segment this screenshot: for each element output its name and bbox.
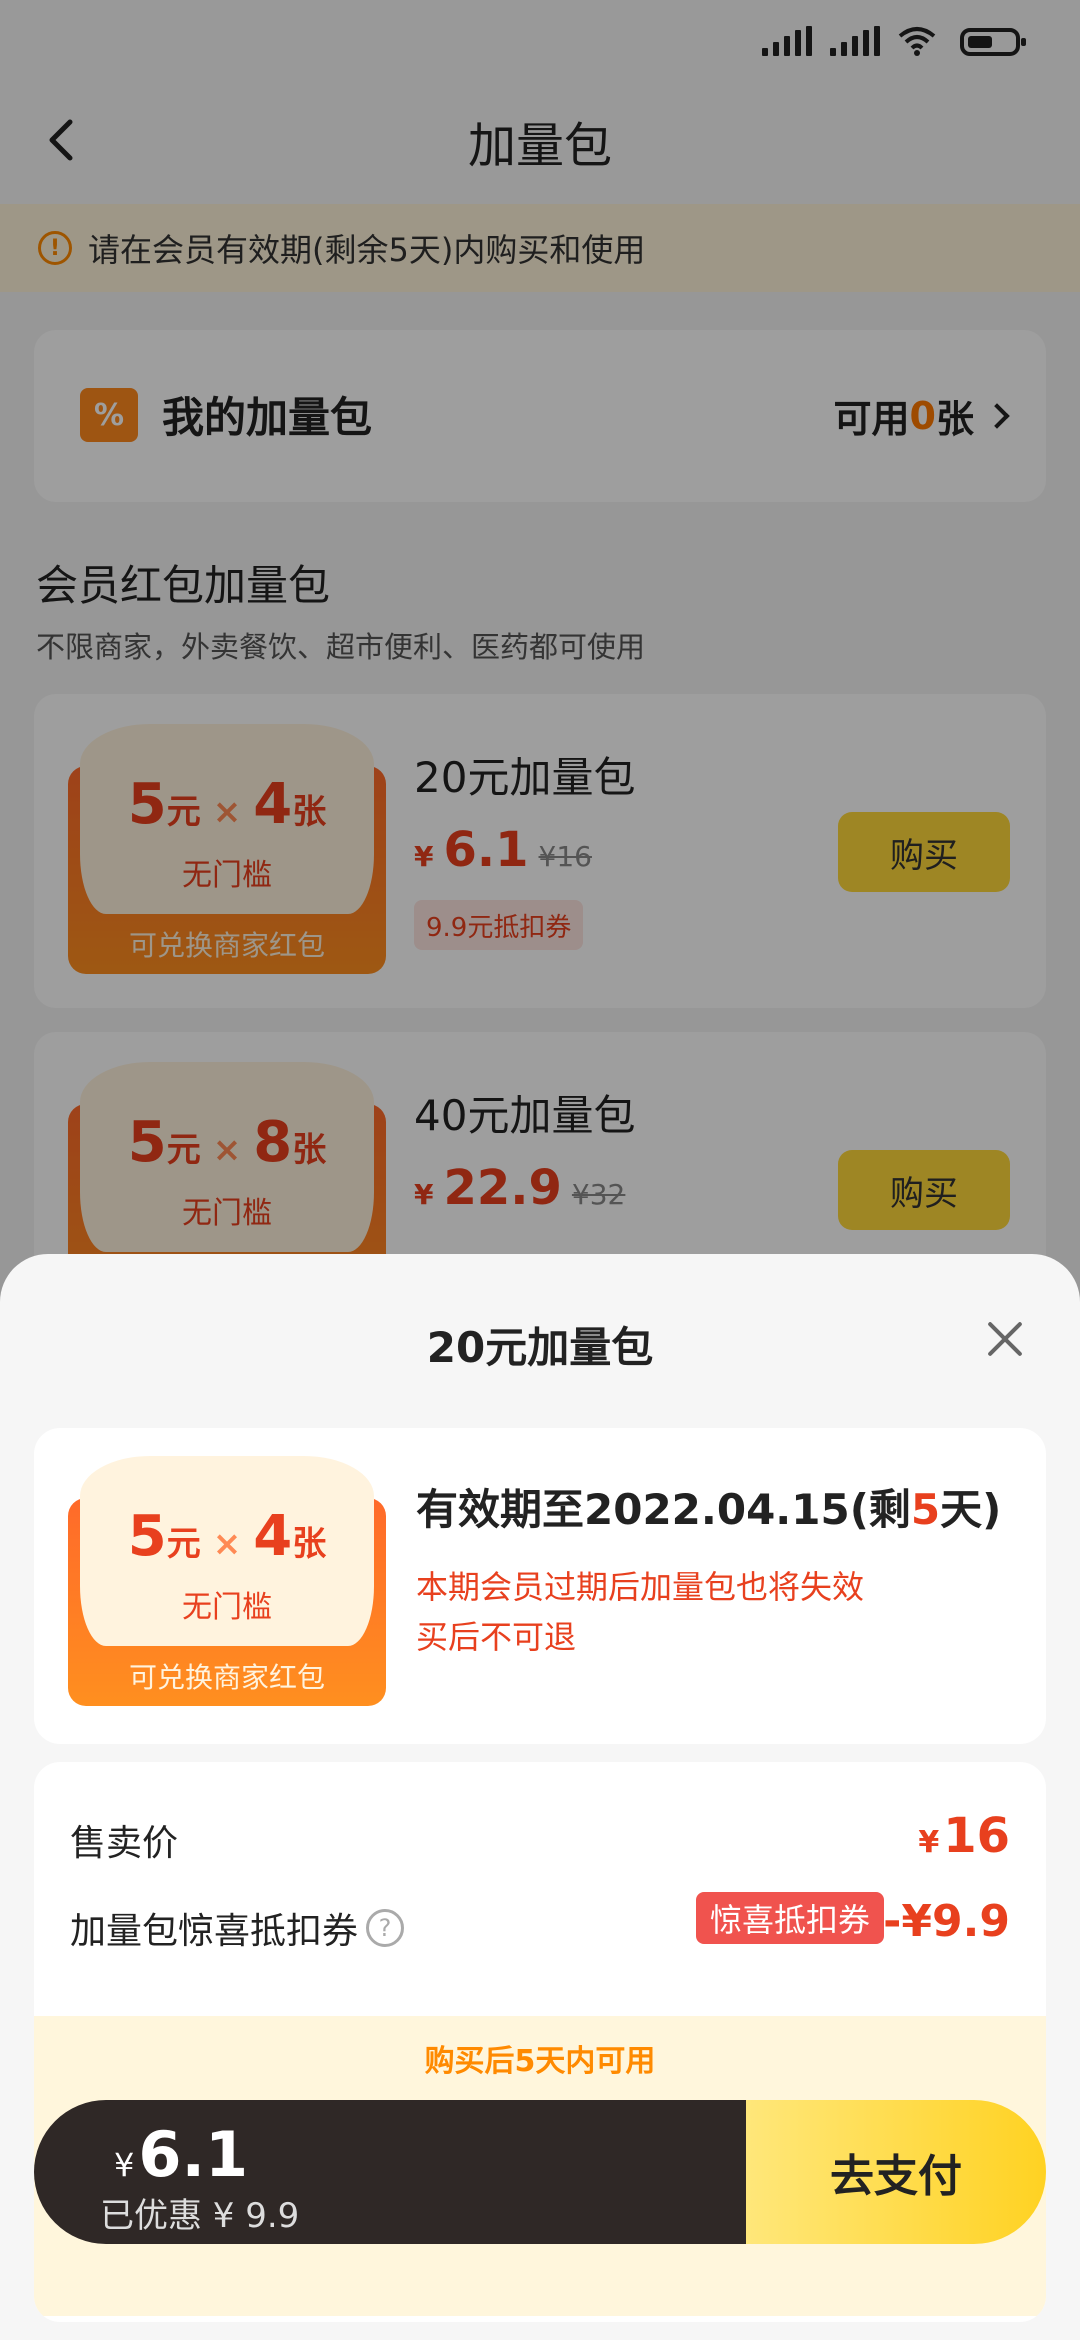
discount-badge: 惊喜抵扣券 bbox=[695, 1892, 884, 1944]
close-icon[interactable] bbox=[980, 1314, 1030, 1364]
sale-price-label: 售卖价 bbox=[70, 1823, 179, 1864]
discount-amount: -¥9.9 bbox=[883, 1896, 1010, 1947]
no-refund-warning: 买后不可退 bbox=[416, 1618, 577, 1656]
package-info-card: 5元 × 4张 无门槛 可兑换商家红包 有效期至2022.04.15(剩5天) 本期… bbox=[34, 1428, 1046, 1744]
sheet-title: 20元加量包 bbox=[426, 1323, 654, 1372]
discount-label: 加量包惊喜抵扣券 bbox=[70, 1911, 359, 1952]
validity-text: 有效期至2022.04.15(剩5天) bbox=[416, 1485, 1002, 1534]
expiry-warning: 本期会员过期后加量包也将失效 bbox=[416, 1568, 865, 1606]
pay-bar: ¥6.1 已优惠 ¥ 9.9 去支付 bbox=[34, 2100, 1046, 2244]
pay-button[interactable]: 去支付 bbox=[746, 2100, 1046, 2244]
usage-tip: 购买后5天内可用 bbox=[424, 2044, 656, 2079]
saved-amount: 已优惠 ¥ 9.9 bbox=[100, 2196, 300, 2236]
discount-row: 加量包惊喜抵扣券 ? bbox=[70, 1902, 405, 1954]
pay-total: ¥6.1 bbox=[114, 2118, 249, 2191]
pay-summary: ¥6.1 已优惠 ¥ 9.9 bbox=[34, 2100, 746, 2244]
coupon-tile: 5元 × 4张 无门槛 可兑换商家红包 bbox=[68, 1456, 386, 1706]
help-icon[interactable]: ? bbox=[366, 1909, 405, 1947]
sale-price-value: ¥16 bbox=[918, 1808, 1010, 1864]
